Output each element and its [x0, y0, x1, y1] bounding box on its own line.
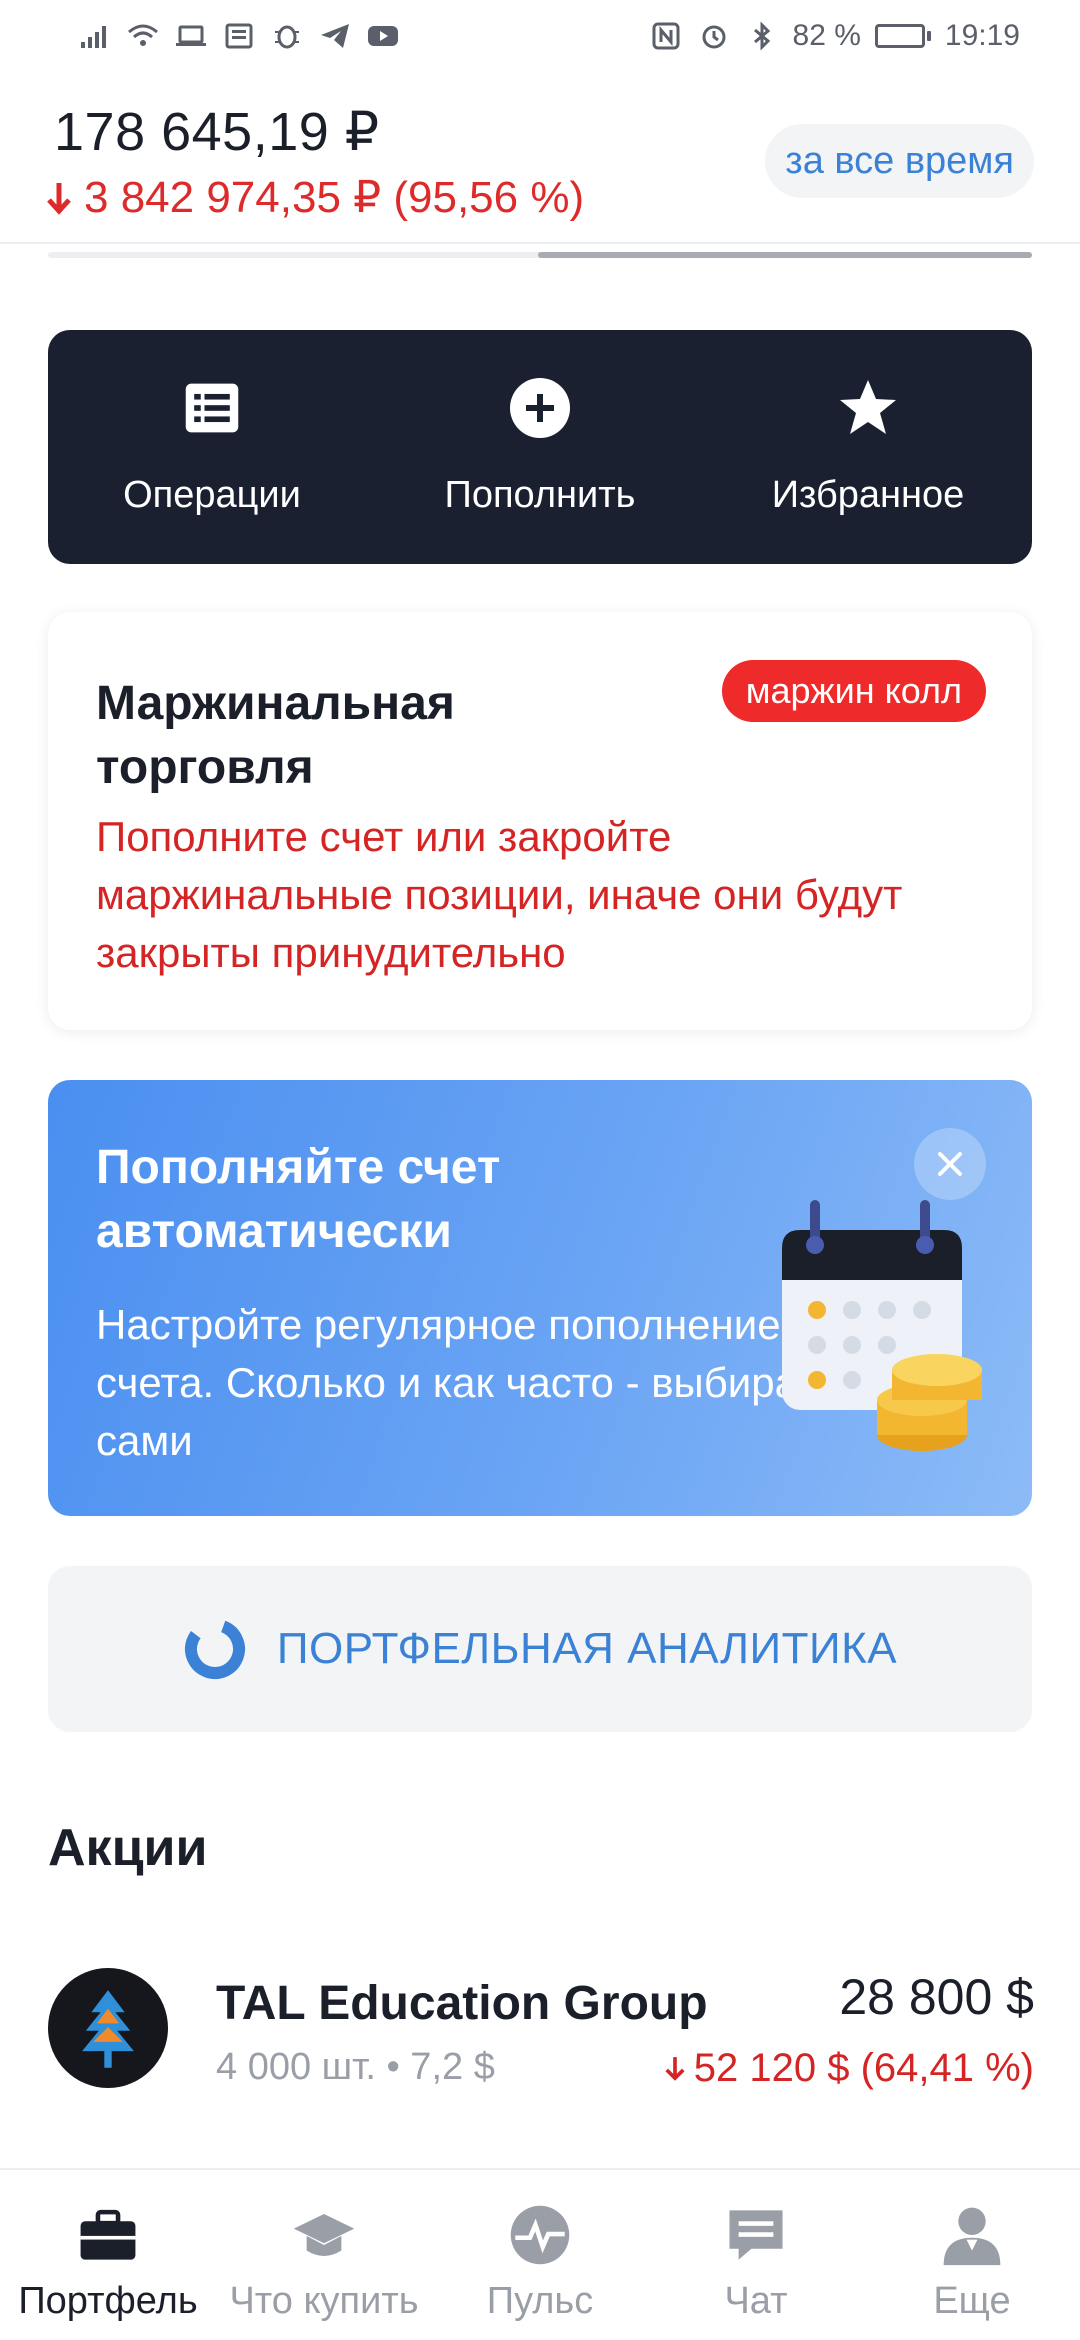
news-icon [222, 21, 256, 51]
calendar-coins-icon [782, 1200, 982, 1451]
bottom-navigation: Портфель Что купить Пульс Чат Еще [0, 2168, 1080, 2340]
graduation-cap-icon [289, 2200, 359, 2270]
portfolio-balance: 178 645,19 ₽ [54, 102, 380, 162]
status-bar: 82 % 19:19 [0, 0, 1080, 72]
status-icons-left [78, 21, 400, 51]
arrow-down-icon [47, 182, 71, 215]
nfc-icon [649, 21, 683, 51]
stock-value: 28 800 $ [839, 1969, 1034, 2025]
star-icon [836, 376, 900, 440]
donut-chart-icon [184, 1619, 245, 1679]
alarm-icon [697, 21, 731, 51]
nav-pulse[interactable]: Пульс [432, 2170, 648, 2340]
chart-scroll-indicator [48, 252, 1032, 258]
youtube-icon [366, 21, 400, 51]
top-up-button[interactable]: Пополнить [376, 330, 704, 564]
chart-scroll-thumb [538, 252, 1032, 258]
stock-change-value: 52 120 $ (64,41 %) [693, 2046, 1034, 2090]
profile-icon [937, 2200, 1007, 2270]
briefcase-icon [73, 2200, 143, 2270]
promo-close-button[interactable] [914, 1128, 986, 1200]
arrow-down-icon [665, 2056, 685, 2081]
battery-icon [874, 24, 931, 48]
favorites-button[interactable]: Избранное [704, 330, 1032, 564]
favorites-label: Избранное [771, 474, 965, 516]
top-up-label: Пополнить [444, 474, 636, 516]
wifi-icon [126, 21, 160, 51]
nav-more-label: Еще [933, 2280, 1011, 2322]
period-selector[interactable]: за все время [765, 124, 1034, 198]
auto-topup-promo[interactable]: Пополняйте счет автоматически Настройте … [48, 1080, 1032, 1516]
plus-circle-icon [508, 376, 572, 440]
operations-label: Операции [123, 474, 301, 516]
nav-more[interactable]: Еще [864, 2170, 1080, 2340]
nav-pulse-label: Пульс [486, 2280, 594, 2322]
signal-icon [78, 21, 112, 51]
bug-icon [270, 21, 304, 51]
telegram-icon [318, 21, 352, 51]
portfolio-analytics-button[interactable]: ПОРТФЕЛЬНАЯ АНАЛИТИКА [48, 1566, 1032, 1732]
chat-icon [721, 2200, 791, 2270]
laptop-icon [174, 21, 208, 51]
margin-trading-card[interactable]: Маржинальная торговля маржин колл Пополн… [48, 612, 1032, 1030]
stock-details: 4 000 шт. • 7,2 $ [216, 2046, 495, 2088]
nav-chat[interactable]: Чат [648, 2170, 864, 2340]
margin-trading-title: Маржинальная торговля [96, 677, 455, 794]
nav-what-to-buy-label: Что купить [229, 2280, 419, 2322]
quick-actions-panel: Операции Пополнить Избранное [48, 330, 1032, 564]
margin-warning-text: Пополните счет или закройте маржинальные… [96, 813, 903, 976]
stock-name: TAL Education Group [216, 1977, 708, 2030]
pulse-icon [505, 2200, 575, 2270]
stocks-section-title: Акции [48, 1819, 208, 1877]
nav-portfolio-label: Портфель [18, 2280, 198, 2322]
bluetooth-icon [745, 21, 779, 51]
stock-change: 52 120 $ (64,41 %) [664, 2046, 1034, 2091]
promo-title: Пополняйте счет автоматически [96, 1141, 501, 1258]
portfolio-change: 3 842 974,35 ₽ (95,56 %) [44, 172, 584, 223]
portfolio-change-value: 3 842 974,35 ₽ (95,56 %) [84, 173, 585, 222]
nav-chat-label: Чат [724, 2280, 788, 2322]
close-icon [938, 1152, 962, 1176]
list-icon [180, 376, 244, 440]
portfolio-analytics-label: ПОРТФЕЛЬНАЯ АНАЛИТИКА [276, 1624, 898, 1673]
tal-logo-icon [48, 1968, 168, 2088]
status-icons-right: 82 % 19:19 [649, 19, 1020, 53]
nav-what-to-buy[interactable]: Что купить [216, 2170, 432, 2340]
nav-portfolio[interactable]: Портфель [0, 2170, 216, 2340]
clock: 19:19 [944, 19, 1020, 52]
margin-call-badge: маржин колл [721, 660, 986, 722]
battery-percent: 82 % [792, 19, 861, 52]
portfolio-header: 178 645,19 ₽ 3 842 974,35 ₽ (95,56 %) за… [0, 72, 1080, 244]
operations-button[interactable]: Операции [48, 330, 376, 564]
stock-row[interactable]: TAL Education Group 4 000 шт. • 7,2 $ 28… [0, 1946, 1080, 2096]
